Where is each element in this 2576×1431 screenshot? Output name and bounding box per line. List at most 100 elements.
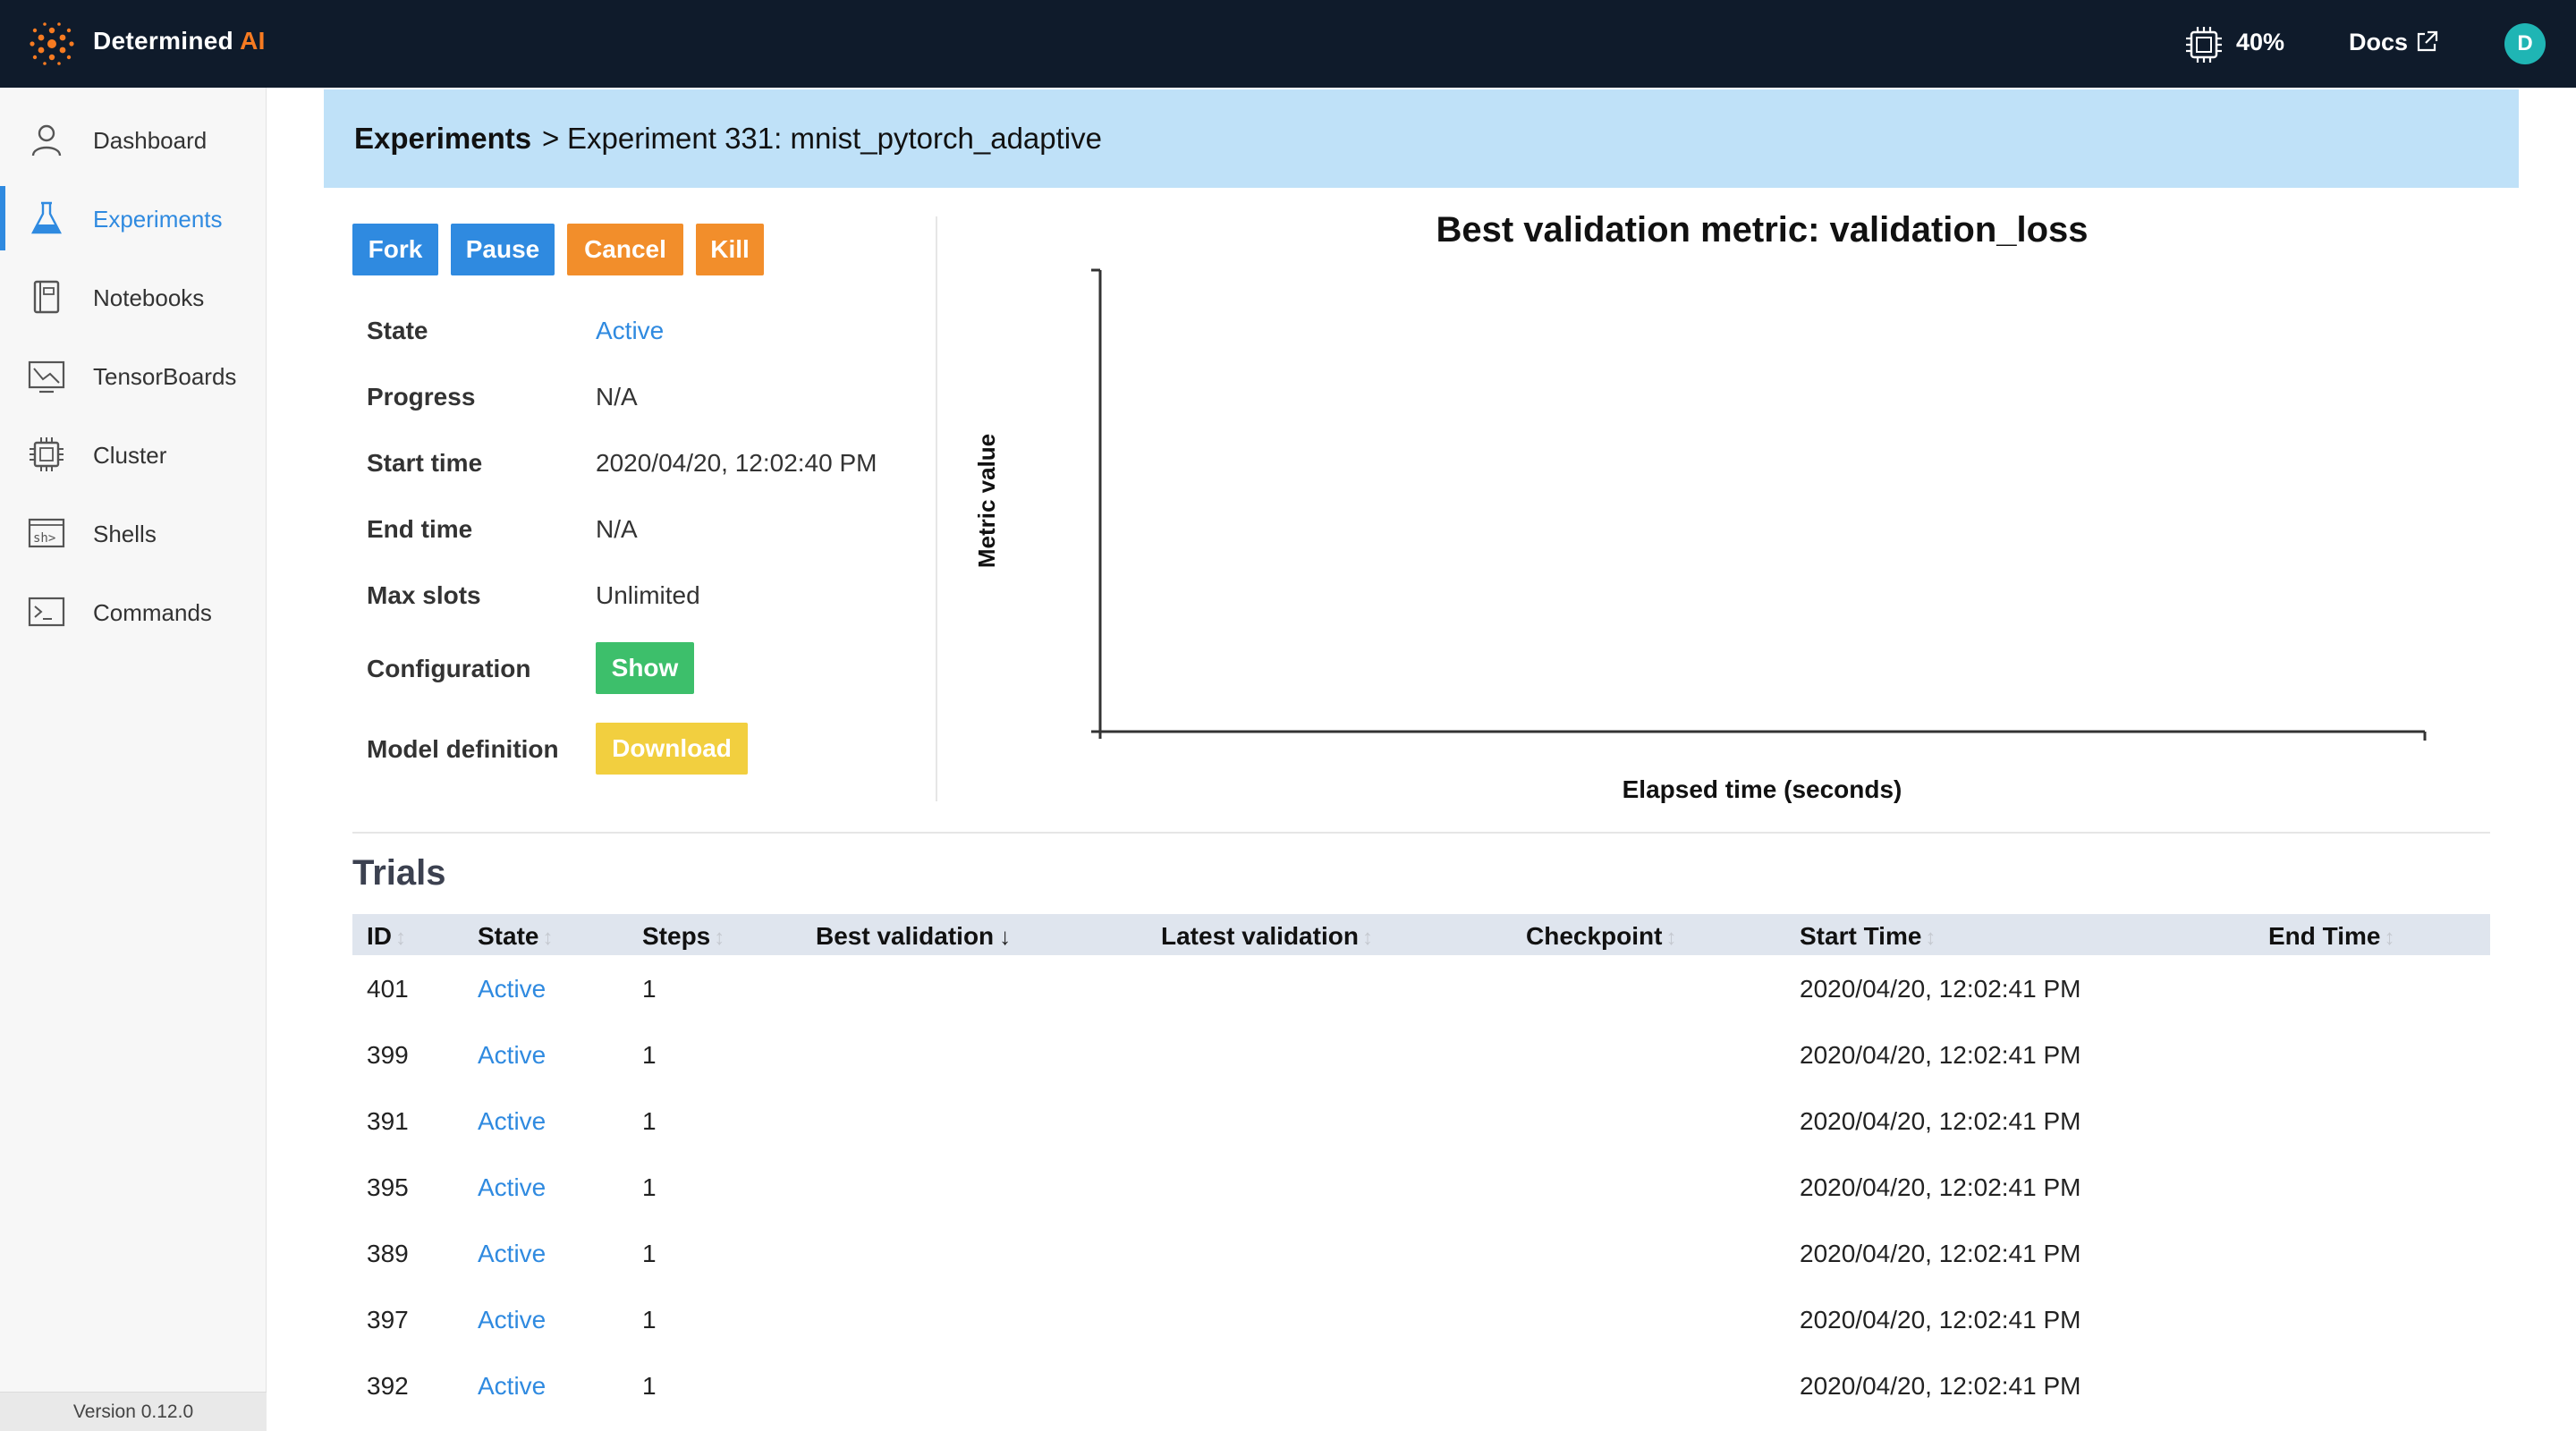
section-divider bbox=[352, 832, 2490, 834]
table-row[interactable]: 401 Active 1 2020/04/20, 12:02:41 PM bbox=[352, 957, 2490, 1023]
cpu-icon bbox=[30, 437, 64, 471]
breadcrumb-experiments-link[interactable]: Experiments bbox=[354, 122, 531, 156]
notebook-icon bbox=[33, 280, 60, 314]
start-time-value: 2020/04/20, 12:02:40 PM bbox=[596, 449, 877, 477]
trial-state: Active bbox=[478, 1107, 547, 1135]
trial-start-time: 2020/04/20, 12:02:41 PM bbox=[1800, 1107, 2081, 1135]
breadcrumb: Experiments > Experiment 331: mnist_pyto… bbox=[324, 89, 2519, 188]
panel-divider bbox=[936, 216, 937, 801]
column-header-label: ID bbox=[367, 922, 392, 950]
end-time-value: N/A bbox=[596, 515, 638, 543]
show-configuration-button[interactable]: Show bbox=[596, 642, 694, 694]
fork-button[interactable]: Fork bbox=[352, 224, 438, 275]
determined-logo-icon[interactable] bbox=[27, 21, 77, 66]
x-axis-label: Elapsed time (seconds) bbox=[1623, 775, 1902, 803]
trial-state: Active bbox=[478, 1372, 547, 1400]
column-header-state[interactable]: State ↕ bbox=[478, 922, 553, 951]
column-header-start-time[interactable]: Start Time ↕ bbox=[1800, 922, 1936, 951]
sidebar-item-label: TensorBoards bbox=[93, 363, 237, 390]
brand-text: Determined bbox=[93, 27, 234, 55]
trial-id: 399 bbox=[367, 1041, 409, 1069]
external-link-icon[interactable] bbox=[2415, 30, 2438, 54]
trial-start-time: 2020/04/20, 12:02:41 PM bbox=[1800, 1306, 2081, 1334]
trial-steps: 1 bbox=[642, 1041, 657, 1069]
sort-icon: ↕ bbox=[714, 926, 725, 950]
shell-icon: sh> bbox=[28, 518, 65, 548]
top-bar: Determined AI 40% Docs D bbox=[0, 0, 2576, 88]
pause-button[interactable]: Pause bbox=[451, 224, 555, 275]
table-row[interactable]: 389 Active 1 2020/04/20, 12:02:41 PM bbox=[352, 1222, 2490, 1288]
column-header-best-validation[interactable]: Best validation ↓ bbox=[816, 922, 1011, 951]
sidebar-item-shells[interactable]: sh> Shells bbox=[0, 494, 267, 572]
trial-id: 395 bbox=[367, 1173, 409, 1201]
sort-icon: ↕ bbox=[2384, 926, 2395, 950]
chart-icon bbox=[28, 360, 65, 394]
state-label: State bbox=[367, 317, 428, 344]
cluster-usage[interactable]: 40% bbox=[2236, 29, 2284, 56]
user-icon bbox=[31, 124, 62, 157]
trial-id: 391 bbox=[367, 1107, 409, 1135]
sidebar-item-notebooks[interactable]: Notebooks bbox=[0, 258, 267, 336]
table-row[interactable]: 391 Active 1 2020/04/20, 12:02:41 PM bbox=[352, 1089, 2490, 1156]
column-header-label: State bbox=[478, 922, 539, 950]
trial-steps: 1 bbox=[642, 1107, 657, 1135]
kill-button[interactable]: Kill bbox=[696, 224, 764, 275]
table-row[interactable]: 395 Active 1 2020/04/20, 12:02:41 PM bbox=[352, 1156, 2490, 1222]
sort-icon: ↕ bbox=[395, 926, 406, 950]
column-header-checkpoint[interactable]: Checkpoint ↕ bbox=[1526, 922, 1676, 951]
validation-metric-chart: Best validation metric: validation_loss … bbox=[973, 210, 2427, 803]
table-row[interactable]: 397 Active 1 2020/04/20, 12:02:41 PM bbox=[352, 1288, 2490, 1354]
brand-name[interactable]: Determined AI bbox=[93, 27, 266, 55]
docs-link[interactable]: Docs bbox=[2349, 29, 2408, 56]
column-header-id[interactable]: ID ↕ bbox=[367, 922, 406, 951]
configuration-label: Configuration bbox=[367, 655, 531, 682]
trial-state: Active bbox=[478, 1306, 547, 1334]
trials-title: Trials bbox=[352, 853, 446, 893]
download-model-button[interactable]: Download bbox=[596, 723, 748, 775]
sidebar-item-commands[interactable]: Commands bbox=[0, 572, 267, 651]
trial-start-time: 2020/04/20, 12:02:41 PM bbox=[1800, 1173, 2081, 1201]
table-row[interactable]: 399 Active 1 2020/04/20, 12:02:41 PM bbox=[352, 1023, 2490, 1089]
trial-id: 397 bbox=[367, 1306, 409, 1334]
sidebar-item-label: Experiments bbox=[93, 206, 223, 233]
column-header-latest-validation[interactable]: Latest validation ↕ bbox=[1161, 922, 1373, 951]
trial-state: Active bbox=[478, 1240, 547, 1267]
sidebar-item-dashboard[interactable]: Dashboard bbox=[0, 100, 267, 179]
sort-icon: ↕ bbox=[1925, 926, 1936, 950]
sidebar-item-label: Dashboard bbox=[93, 127, 208, 154]
version-label: Version 0.12.0 bbox=[0, 1392, 267, 1431]
breadcrumb-separator: > bbox=[542, 122, 560, 155]
trial-id: 389 bbox=[367, 1240, 409, 1267]
progress-value: N/A bbox=[596, 383, 638, 411]
sort-icon: ↕ bbox=[1361, 926, 1373, 950]
sidebar-item-tensorboards[interactable]: TensorBoards bbox=[0, 336, 267, 415]
column-header-end-time[interactable]: End Time ↕ bbox=[2268, 922, 2395, 951]
state-value: Active bbox=[596, 317, 665, 344]
column-header-label: Steps bbox=[642, 922, 711, 950]
column-header-steps[interactable]: Steps ↕ bbox=[642, 922, 724, 951]
end-time-label: End time bbox=[367, 515, 473, 543]
trial-state: Active bbox=[478, 1041, 547, 1069]
terminal-icon bbox=[28, 597, 65, 627]
sidebar-item-label: Notebooks bbox=[93, 284, 205, 311]
trial-state: Active bbox=[478, 1173, 547, 1201]
breadcrumb-current: Experiment 331: mnist_pytorch_adaptive bbox=[567, 122, 1102, 155]
sidebar-item-experiments[interactable]: Experiments bbox=[0, 179, 267, 258]
sidebar: Dashboard Experiments Notebooks TensorBo… bbox=[0, 88, 267, 1431]
user-avatar[interactable]: D bbox=[2504, 23, 2546, 64]
svg-text:sh>: sh> bbox=[33, 531, 55, 546]
sidebar-item-label: Commands bbox=[93, 599, 212, 626]
progress-label: Progress bbox=[367, 383, 476, 411]
trial-start-time: 2020/04/20, 12:02:41 PM bbox=[1800, 1240, 2081, 1267]
sidebar-item-cluster[interactable]: Cluster bbox=[0, 415, 267, 494]
sort-icon: ↕ bbox=[1665, 926, 1677, 950]
trial-id: 392 bbox=[367, 1372, 409, 1400]
model-definition-label: Model definition bbox=[367, 735, 559, 763]
sidebar-item-label: Cluster bbox=[93, 442, 167, 469]
table-row[interactable]: 392 Active 1 2020/04/20, 12:02:41 PM bbox=[352, 1354, 2490, 1420]
cancel-button[interactable]: Cancel bbox=[567, 224, 683, 275]
brand-suffix: AI bbox=[240, 27, 266, 55]
column-header-label: Start Time bbox=[1800, 922, 1922, 950]
trial-id: 401 bbox=[367, 975, 409, 1003]
flask-icon bbox=[31, 201, 62, 234]
